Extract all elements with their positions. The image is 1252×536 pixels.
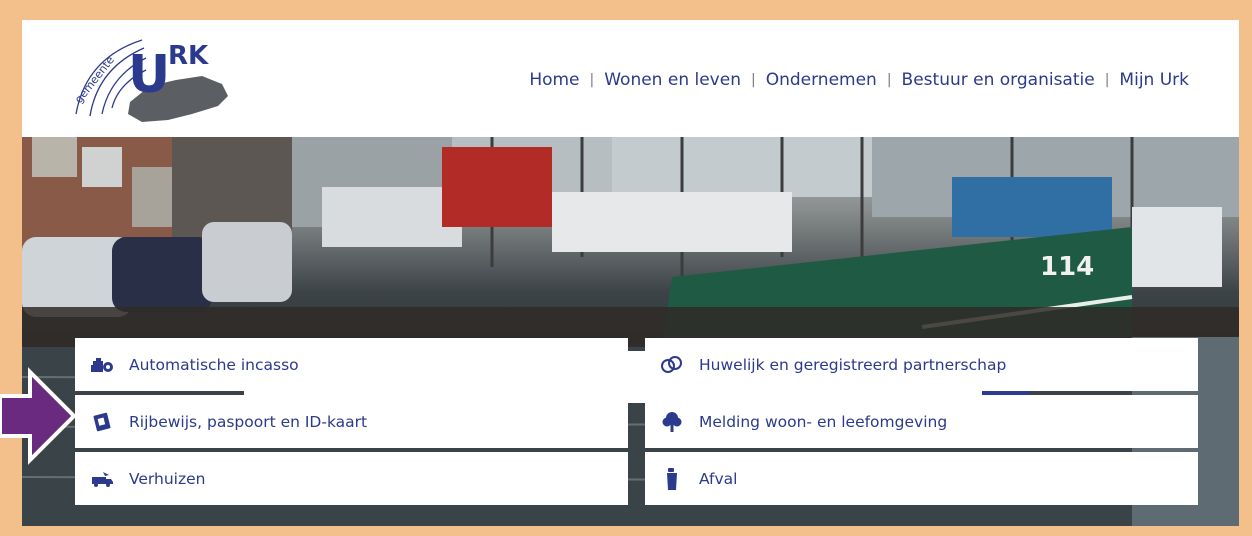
nav-separator: | [589,72,595,88]
tile-label: Automatische incasso [129,355,299,374]
page-frame: gemeente U RK Home | Wonen en leven | On… [22,20,1239,526]
rings-icon [661,355,682,373]
payment-icon [91,357,113,372]
tile-afval[interactable]: Afval [645,452,1198,505]
tile-label: Verhuizen [129,469,206,488]
nav-separator: | [886,72,892,88]
nav-bestuur-en-organisatie[interactable]: Bestuur en organisatie [902,70,1095,90]
tile-automatische-incasso[interactable]: Automatische incasso [75,338,628,391]
urk-logo[interactable]: gemeente U RK [72,34,232,126]
tree-icon [662,411,682,432]
tile-huwelijk[interactable]: Huwelijk en geregistreerd partnerschap [645,338,1198,391]
nav-ondernemen[interactable]: Ondernemen [766,70,877,90]
nav-home[interactable]: Home [529,70,579,90]
site-header: gemeente U RK Home | Wonen en leven | On… [22,20,1239,137]
nav-separator: | [1104,72,1110,88]
tile-label: Rijbewijs, paspoort en ID-kaart [129,412,368,431]
svg-text:U: U [128,45,170,105]
tile-label: Afval [699,469,738,488]
nav-separator: | [750,72,756,88]
highlight-arrow-icon [0,367,77,465]
waste-bin-icon [667,467,677,490]
tile-verhuizen[interactable]: Verhuizen [75,452,628,505]
id-card-icon [93,412,111,431]
nav-wonen-en-leven[interactable]: Wonen en leven [604,70,741,90]
boat-number: 114 [1040,252,1094,282]
nav-mijn-urk[interactable]: Mijn Urk [1119,70,1189,90]
tile-rijbewijs[interactable]: Rijbewijs, paspoort en ID-kaart [75,395,628,448]
moving-truck-icon [92,471,113,487]
tile-label: Melding woon- en leefomgeving [699,412,948,431]
tile-melding[interactable]: Melding woon- en leefomgeving [645,395,1198,448]
tile-label: Huwelijk en geregistreerd partnerschap [699,355,1007,374]
main-navigation: Home | Wonen en leven | Ondernemen | Bes… [529,70,1189,90]
svg-text:RK: RK [168,41,209,71]
